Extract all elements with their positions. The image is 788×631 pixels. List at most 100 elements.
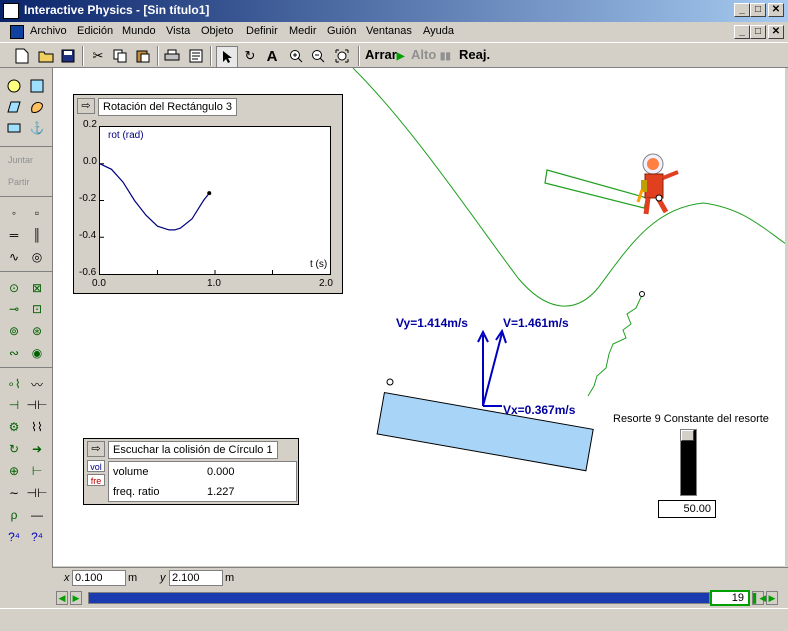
vertical-slot-icon[interactable]: ║ <box>28 226 46 244</box>
curved-slot-joint-icon[interactable]: ∾ <box>5 344 23 362</box>
collision-sound-meter[interactable]: ⇨ Escuchar la colisión de Círculo 1 vol … <box>83 438 299 505</box>
rectangle-tool-icon[interactable] <box>5 119 23 137</box>
graph-menu-arrow-icon[interactable]: ⇨ <box>77 98 95 114</box>
square-slot-joint-icon[interactable]: ⊡ <box>28 300 46 318</box>
menu-ventanas[interactable]: Ventanas <box>366 25 412 37</box>
point-slot-joint-icon[interactable]: ⊸ <box>5 300 23 318</box>
zoom-out-icon[interactable] <box>308 46 328 66</box>
volume-label: volume <box>113 466 149 478</box>
motor-icon[interactable]: ⊕ <box>5 462 23 480</box>
tape-end-icon[interactable]: ▶ <box>766 591 778 605</box>
horizontal-slot-icon[interactable]: ═ <box>5 226 23 244</box>
y-coord-unit: m <box>225 572 235 584</box>
meter-menu-arrow-icon[interactable]: ⇨ <box>87 441 105 457</box>
palette-divider <box>0 146 52 147</box>
menu-bar: Archivo Edición Mundo Vista Objeto Defin… <box>0 22 788 42</box>
tape-step-back-icon[interactable]: ▶ <box>70 591 82 605</box>
properties-icon[interactable] <box>186 46 206 66</box>
reset-button[interactable]: Reaj. <box>459 47 490 62</box>
closed-slot-joint-icon[interactable]: ◉ <box>28 344 46 362</box>
menu-archivo[interactable]: Archivo <box>30 25 67 37</box>
hook-icon[interactable]: ρ <box>5 506 23 524</box>
menu-edicion[interactable]: Edición <box>77 25 113 37</box>
join-button[interactable]: Juntar <box>8 155 33 165</box>
keyed-joint-icon[interactable]: ⊚ <box>5 322 23 340</box>
rope-icon[interactable]: ∘⌇ <box>5 375 23 393</box>
closed-slot-icon[interactable]: ◎ <box>28 248 46 266</box>
spring-damper-icon[interactable]: ⊣⊢ <box>27 396 48 414</box>
volume-tag[interactable]: vol <box>87 460 105 472</box>
print-icon[interactable] <box>162 46 182 66</box>
window-title: Interactive Physics - [Sin título1] <box>24 3 210 17</box>
new-file-icon[interactable] <box>12 46 32 66</box>
tape-timeline[interactable] <box>88 592 710 604</box>
damper-icon[interactable]: ⊣ <box>5 396 23 414</box>
rotate-tool-icon[interactable]: ↻ <box>240 46 260 66</box>
menu-ayuda[interactable]: Ayuda <box>423 25 454 37</box>
torque-icon[interactable]: ↻ <box>5 440 23 458</box>
document-icon[interactable] <box>10 25 24 39</box>
keyed-slot-joint-icon[interactable]: ⊛ <box>28 322 46 340</box>
y-tick-label: -0.2 <box>79 193 97 204</box>
tape-step-forward-icon[interactable]: ▌◀ <box>752 591 766 605</box>
simulation-workspace[interactable]: Vy=1.414m/s V=1.461m/s Vx=0.367m/s ⇨ Rot… <box>52 68 786 566</box>
zoom-in-icon[interactable] <box>286 46 306 66</box>
polygon-tool-icon[interactable] <box>5 98 23 116</box>
menu-objeto[interactable]: Objeto <box>201 25 233 37</box>
anchor-tool-icon[interactable]: ⚓ <box>28 119 46 137</box>
separator-icon[interactable]: ⊣⊢ <box>27 484 48 502</box>
menu-vista[interactable]: Vista <box>166 25 190 37</box>
curved-slot-icon[interactable]: ∿ <box>5 248 23 266</box>
maximize-button[interactable]: □ <box>750 3 766 17</box>
cut-icon[interactable]: ✂ <box>88 46 108 66</box>
zoom-fit-icon[interactable] <box>332 46 352 66</box>
menu-mundo[interactable]: Mundo <box>122 25 156 37</box>
split-button[interactable]: Partir <box>8 177 30 187</box>
stop-button[interactable]: Alto ▮▮ <box>411 47 451 62</box>
palette-divider <box>0 271 52 272</box>
menu-definir[interactable]: Definir <box>246 25 278 37</box>
pin-joint-icon[interactable]: ⊙ <box>5 279 23 297</box>
point-element-icon[interactable]: ◦ <box>5 204 23 222</box>
line-icon[interactable]: — <box>28 506 46 524</box>
doc-restore-button[interactable]: □ <box>750 25 766 39</box>
text-tool-icon[interactable]: A <box>262 46 282 66</box>
doc-minimize-button[interactable]: _ <box>734 25 750 39</box>
help-point-icon[interactable]: ?⁴ <box>28 528 46 546</box>
spring-constant-slider-thumb[interactable] <box>681 430 694 441</box>
rigid-joint-icon[interactable]: ⊠ <box>28 279 46 297</box>
pulley-icon[interactable]: ⌇⌇ <box>28 418 46 436</box>
paste-icon[interactable] <box>133 46 153 66</box>
spring-icon[interactable]: 〰 <box>28 375 46 393</box>
freq-tag[interactable]: fre <box>87 474 105 486</box>
arrow-tool-icon[interactable] <box>216 46 238 68</box>
copy-icon[interactable] <box>110 46 130 66</box>
actuator-icon[interactable]: ⊢ <box>28 462 46 480</box>
circle-tool-icon[interactable] <box>5 77 23 95</box>
square-point-icon[interactable]: ▫ <box>28 204 46 222</box>
rectangle-point <box>386 378 394 386</box>
menu-guion[interactable]: Guión <box>327 25 356 37</box>
doc-close-button[interactable]: ✕ <box>768 25 784 39</box>
help-tool-icon[interactable]: ?⁴ <box>5 528 23 546</box>
menu-medir[interactable]: Medir <box>289 25 317 37</box>
curved-body-tool-icon[interactable] <box>28 98 46 116</box>
run-button[interactable]: Arrar▶ <box>365 47 405 62</box>
y-coord-field[interactable]: 2.100 <box>169 570 223 586</box>
tape-start-icon[interactable]: ◀ <box>56 591 68 605</box>
force-icon[interactable]: ➜ <box>28 440 46 458</box>
graph-plot-svg <box>100 163 273 274</box>
frame-counter[interactable]: 19 <box>710 590 750 606</box>
palette-divider <box>0 367 52 368</box>
spring-constant-value[interactable]: 50.00 <box>658 500 716 518</box>
rod-icon[interactable]: ∼ <box>5 484 23 502</box>
x-tick-label: 0.0 <box>92 278 106 289</box>
gear-icon[interactable]: ⚙ <box>5 418 23 436</box>
square-tool-icon[interactable] <box>28 77 46 95</box>
close-button[interactable]: ✕ <box>768 3 784 17</box>
open-folder-icon[interactable] <box>36 46 56 66</box>
save-icon[interactable] <box>58 46 78 66</box>
x-coord-field[interactable]: 0.100 <box>72 570 126 586</box>
rotation-graph[interactable]: ⇨ Rotación del Rectángulo 3 0.2 0.0 -0.2… <box>73 94 343 294</box>
minimize-button[interactable]: _ <box>734 3 750 17</box>
